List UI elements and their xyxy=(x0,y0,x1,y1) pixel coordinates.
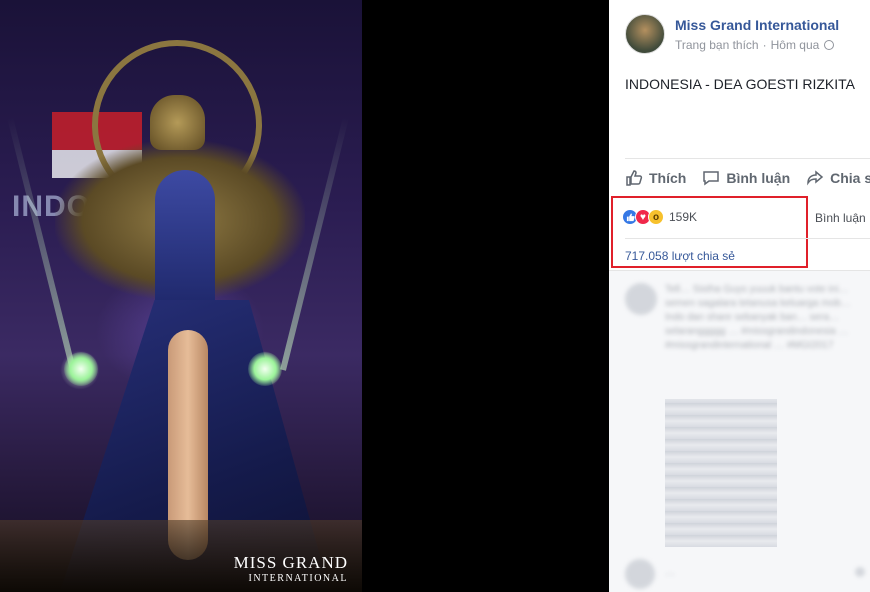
comments-section: Tell… Sistha Guys yuuuk bantu vote ini… … xyxy=(609,270,870,592)
costume-bodice xyxy=(155,170,215,320)
meta-separator: · xyxy=(762,38,767,52)
share-label: Chia sẻ xyxy=(830,169,870,186)
comment-count-link[interactable]: Bình luận xyxy=(815,211,866,225)
comment-image[interactable] xyxy=(665,399,777,547)
post-header: Miss Grand International Trang bạn thích… xyxy=(625,14,839,54)
post-meta: Trang bạn thích · Hôm qua xyxy=(675,38,839,52)
audience-label: Trang bạn thích xyxy=(675,38,759,52)
wow-reaction-icon: o xyxy=(648,209,664,225)
page-name-link[interactable]: Miss Grand International xyxy=(675,17,839,33)
page-avatar[interactable] xyxy=(625,14,665,54)
comment-button[interactable]: Bình luận xyxy=(702,169,790,187)
share-count-link[interactable]: 717.058 lượt chia sẻ xyxy=(625,249,735,263)
reaction-count[interactable]: 159K xyxy=(669,210,697,224)
like-label: Thích xyxy=(649,169,687,186)
thumbs-up-icon xyxy=(626,169,643,186)
comment-bubble-icon xyxy=(703,170,720,185)
watermark-logo: MISS GRAND INTERNATIONAL xyxy=(233,553,348,584)
post-panel: Miss Grand International Trang bạn thích… xyxy=(609,0,870,592)
post-timestamp[interactable]: Hôm qua xyxy=(771,38,820,52)
post-actions: Thích Bình luận Chia sẻ xyxy=(625,158,870,196)
post-text: INDONESIA - DEA GOESTI RIZKITA xyxy=(625,76,856,92)
comment-options-icon[interactable] xyxy=(855,567,865,577)
share-arrow-icon xyxy=(807,169,824,185)
share-button[interactable]: Chia sẻ xyxy=(806,169,870,187)
like-button[interactable]: Thích xyxy=(625,169,686,187)
costume-crown xyxy=(150,95,205,150)
reaction-summary[interactable]: ♥ o 159K xyxy=(622,209,697,225)
post-photo[interactable]: INDO MISS GRAND INTERNATIONAL xyxy=(0,0,362,592)
divider xyxy=(625,238,870,239)
comment-text: Tell… Sistha Guys yuuuk bantu vote ini… … xyxy=(665,284,851,351)
globe-icon xyxy=(824,40,835,50)
stage-spotlight xyxy=(64,352,98,386)
commenter-avatar[interactable] xyxy=(625,559,655,589)
commenter-avatar[interactable] xyxy=(625,283,657,315)
comment-text: … xyxy=(665,567,675,578)
stage-spotlight xyxy=(248,352,282,386)
comment-label: Bình luận xyxy=(726,169,791,186)
